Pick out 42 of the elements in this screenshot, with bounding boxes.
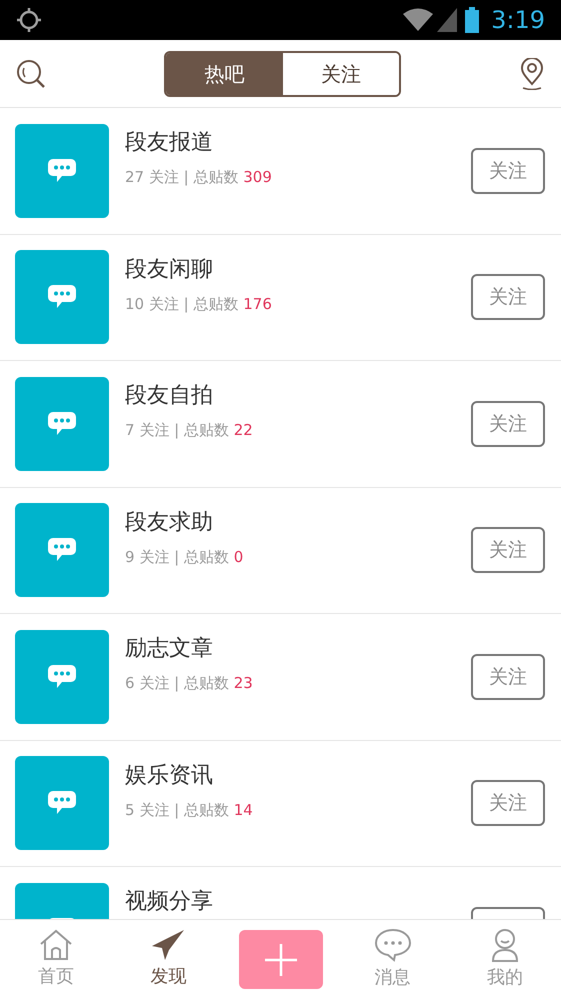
follow-button[interactable]: 关注 [471, 527, 545, 574]
follow-button[interactable]: 关注 [471, 274, 545, 320]
chat-bubble-icon [48, 538, 76, 562]
chat-bubble-icon [48, 412, 76, 436]
follow-button[interactable]: 关注 [471, 780, 545, 826]
signal-icon [437, 8, 458, 32]
nav-tab[interactable]: 首页 [38, 929, 74, 990]
forum-stats: 9 关注 | 总贴数 0 [125, 546, 244, 568]
forum-title: 励志文章 [125, 635, 214, 663]
gps-icon [16, 7, 42, 33]
tab[interactable]: 热吧 [166, 52, 282, 94]
forum-stats: 5 关注 | 总贴数 14 [125, 800, 254, 820]
nav-tab[interactable]: 发现 [150, 929, 186, 990]
battery-icon [465, 7, 480, 33]
forum-title: 段友自拍 [125, 382, 214, 410]
forum-stats: 6 关注 | 总贴数 23 [125, 673, 254, 694]
forum-title: 娱乐资讯 [125, 762, 214, 790]
search-icon[interactable] [16, 58, 46, 88]
forum-stats: 7 关注 | 总贴数 22 [125, 420, 254, 441]
chat-bubble-icon [374, 928, 412, 962]
chat-bubble-icon [48, 158, 76, 183]
plus-icon [264, 944, 296, 976]
paper-plane-icon [150, 929, 186, 961]
chat-bubble-icon [48, 285, 76, 310]
forum-title: 段友求助 [125, 508, 214, 536]
forum-stats: 10 关注 | 总贴数 176 [125, 294, 273, 314]
wifi-icon [403, 8, 434, 32]
forum-title: 段友闲聊 [125, 256, 214, 284]
forum-title: 段友报道 [125, 129, 214, 157]
chat-bubble-icon [48, 791, 76, 816]
chat-bubble-icon [48, 664, 76, 689]
forum-title: 视频分享 [125, 888, 214, 916]
follow-button[interactable]: 关注 [471, 654, 545, 700]
follow-button[interactable]: 关注 [471, 400, 545, 447]
status-time: 3:19 [491, 5, 545, 36]
forum-stats: 27 关注 | 总贴数 309 [125, 167, 273, 188]
follow-button[interactable]: 关注 [471, 148, 545, 194]
person-icon [490, 928, 520, 962]
home-icon [38, 929, 74, 961]
location-pin-icon[interactable] [519, 58, 545, 90]
nav-tab[interactable]: 消息 [374, 928, 412, 991]
nav-tab[interactable]: 我的 [486, 928, 523, 991]
